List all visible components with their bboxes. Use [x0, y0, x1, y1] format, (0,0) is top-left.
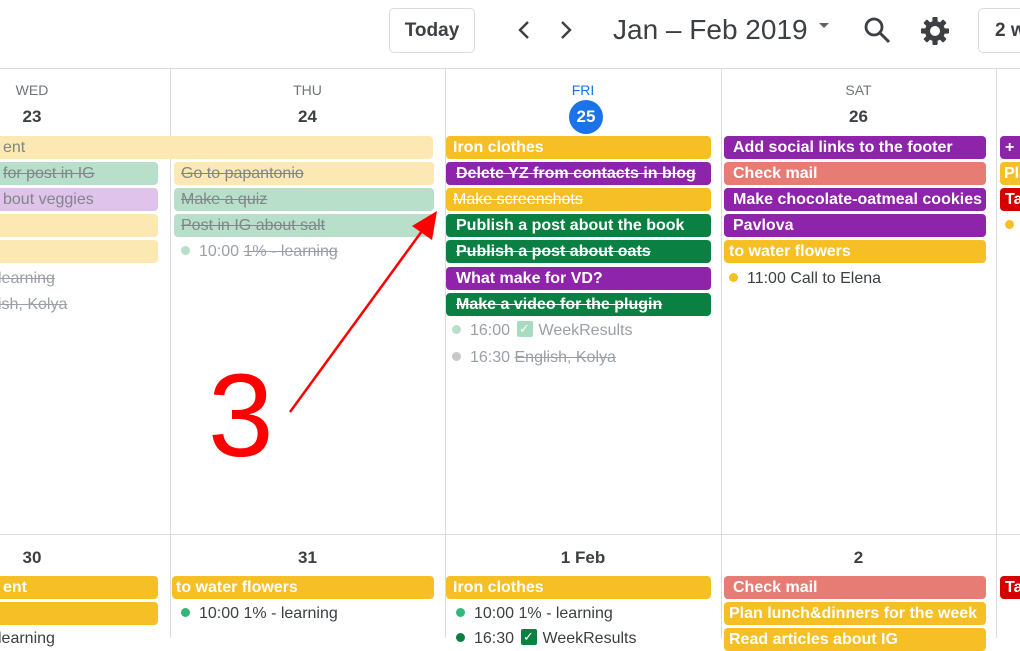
- annotation-number: 3: [208, 350, 274, 482]
- annotation-arrow-line: [288, 219, 432, 413]
- annotation-arrowhead: [412, 211, 437, 240]
- annotation-overlay: 3: [208, 211, 437, 482]
